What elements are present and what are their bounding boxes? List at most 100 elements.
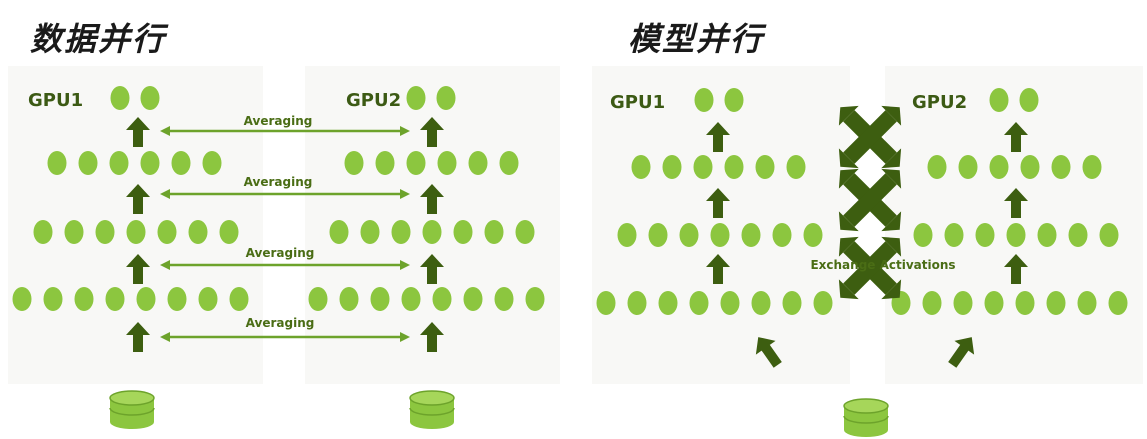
- neuron-node: [662, 155, 682, 179]
- up-arrow-icon: [706, 122, 730, 152]
- neuron-node: [596, 291, 616, 315]
- neuron-node: [958, 155, 978, 179]
- neuron-node: [648, 223, 668, 247]
- up-arrow-icon: [948, 337, 975, 368]
- up-arrow-icon: [420, 254, 444, 284]
- neuron-node: [953, 291, 973, 315]
- up-arrow-icon: [1004, 254, 1028, 284]
- neuron-node: [499, 151, 519, 175]
- neuron-node: [813, 291, 833, 315]
- neuron-node: [922, 291, 942, 315]
- right-arrowhead-icon: [400, 189, 410, 199]
- database-top: [409, 390, 455, 406]
- neuron-node: [219, 220, 239, 244]
- neuron-node: [157, 220, 177, 244]
- mp-gpu1-label: GPU1: [610, 92, 665, 113]
- neuron-node: [370, 287, 390, 311]
- up-arrow-icon: [126, 184, 150, 214]
- neuron-node: [741, 223, 761, 247]
- neuron-node: [720, 291, 740, 315]
- left-arrowhead-icon: [160, 332, 170, 342]
- parallelism-diagram: GPU1 GPU2 GPU1 GPU2 Averaging Averaging …: [12, 86, 1128, 437]
- neuron-node: [944, 223, 964, 247]
- neuron-node: [927, 155, 947, 179]
- neuron-node: [782, 291, 802, 315]
- neuron-node: [975, 223, 995, 247]
- neuron-node: [126, 220, 146, 244]
- neuron-node: [463, 287, 483, 311]
- up-arrow-icon: [1004, 188, 1028, 218]
- neuron-node: [109, 151, 129, 175]
- neuron-node: [375, 151, 395, 175]
- left-arrowhead-icon: [160, 189, 170, 199]
- neuron-node: [406, 86, 426, 110]
- neuron-node: [47, 151, 67, 175]
- neuron-node: [360, 220, 380, 244]
- neuron-node: [679, 223, 699, 247]
- neuron-node: [515, 220, 535, 244]
- neuron-node: [494, 287, 514, 311]
- neuron-node: [171, 151, 191, 175]
- up-arrow-icon: [126, 254, 150, 284]
- neuron-node: [140, 151, 160, 175]
- neuron-node: [140, 86, 160, 110]
- up-arrow-icon: [706, 254, 730, 284]
- neuron-node: [422, 220, 442, 244]
- up-arrow-icon: [706, 188, 730, 218]
- neuron-node: [136, 287, 156, 311]
- neuron-node: [202, 151, 222, 175]
- neuron-node: [694, 88, 714, 112]
- neuron-node: [43, 287, 63, 311]
- neuron-node: [391, 220, 411, 244]
- neuron-node: [751, 291, 771, 315]
- averaging-label: Averaging: [246, 246, 315, 260]
- neuron-node: [484, 220, 504, 244]
- database-top: [109, 390, 155, 406]
- neuron-node: [198, 287, 218, 311]
- dp-gpu2-label: GPU2: [346, 90, 401, 111]
- neuron-node: [913, 223, 933, 247]
- neuron-node: [105, 287, 125, 311]
- neuron-node: [772, 223, 792, 247]
- neuron-node: [989, 88, 1009, 112]
- up-arrow-icon: [1004, 122, 1028, 152]
- neuron-node: [693, 155, 713, 179]
- neuron-node: [710, 223, 730, 247]
- up-arrow-icon: [126, 322, 150, 352]
- neuron-node: [631, 155, 651, 179]
- left-arrowhead-icon: [160, 126, 170, 136]
- neuron-node: [74, 287, 94, 311]
- mp-gpu2-label: GPU2: [912, 92, 967, 113]
- neuron-node: [308, 287, 328, 311]
- neuron-node: [724, 155, 744, 179]
- neuron-node: [401, 287, 421, 311]
- neuron-node: [617, 223, 637, 247]
- up-arrow-icon: [420, 184, 444, 214]
- up-arrow-icon: [420, 322, 444, 352]
- neuron-node: [110, 86, 130, 110]
- neuron-node: [1077, 291, 1097, 315]
- neuron-node: [329, 220, 349, 244]
- up-arrow-icon: [420, 117, 444, 147]
- neuron-node: [339, 287, 359, 311]
- neuron-node: [755, 155, 775, 179]
- dp-gpu1-label: GPU1: [28, 90, 83, 111]
- neuron-node: [1046, 291, 1066, 315]
- neuron-node: [453, 220, 473, 244]
- neuron-node: [188, 220, 208, 244]
- averaging-label: Averaging: [244, 175, 313, 189]
- neuron-node: [78, 151, 98, 175]
- neuron-node: [167, 287, 187, 311]
- neuron-node: [525, 287, 545, 311]
- neuron-node: [1099, 223, 1119, 247]
- database-top: [843, 398, 889, 414]
- neuron-node: [786, 155, 806, 179]
- up-arrow-icon: [126, 117, 150, 147]
- neuron-node: [1068, 223, 1088, 247]
- neuron-node: [437, 151, 457, 175]
- neuron-node: [689, 291, 709, 315]
- right-arrowhead-icon: [400, 126, 410, 136]
- neuron-node: [406, 151, 426, 175]
- neuron-node: [984, 291, 1004, 315]
- neuron-node: [1019, 88, 1039, 112]
